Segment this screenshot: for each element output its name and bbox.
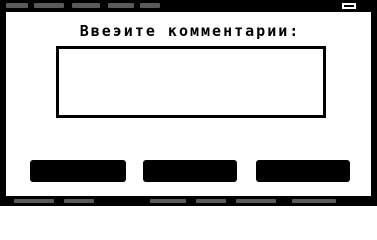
title-bar-icon: [6, 3, 28, 8]
dialog-button-2[interactable]: [143, 160, 237, 182]
title-bar[interactable]: [0, 0, 377, 12]
dialog-button-3[interactable]: [256, 160, 350, 182]
status-bar-text-6: [292, 199, 336, 203]
title-bar-text-1: [34, 3, 64, 8]
window-right-border: [371, 12, 377, 206]
title-bar-text-2: [72, 3, 100, 8]
status-bar-text-1: [14, 199, 54, 203]
title-bar-text-4: [140, 3, 160, 8]
window-left-border: [0, 12, 6, 206]
status-bar-text-5: [236, 199, 276, 203]
window-control-icon[interactable]: [341, 2, 357, 10]
dialog-button-1[interactable]: [30, 160, 126, 182]
status-bar: [0, 196, 377, 206]
comment-input[interactable]: [56, 46, 326, 118]
title-bar-text-3: [108, 3, 134, 8]
comment-prompt: Ввеэите комментарии:: [79, 22, 301, 40]
status-bar-text-4: [196, 199, 226, 203]
status-bar-text-3: [150, 199, 186, 203]
title-bar-cap: [361, 0, 377, 12]
status-bar-text-2: [64, 199, 94, 203]
